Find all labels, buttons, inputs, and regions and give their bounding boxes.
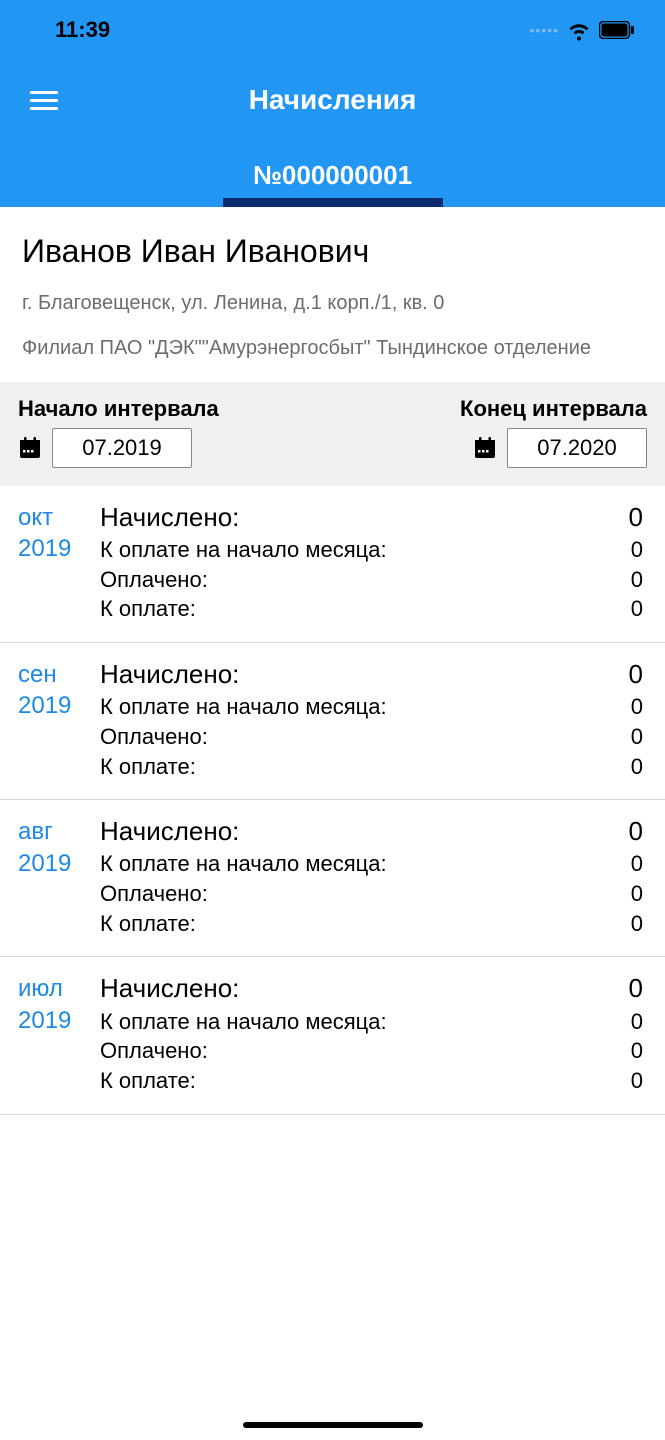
tab-indicator [223,198,443,207]
value-paid: 0 [629,1036,643,1066]
status-bar: 11:39 ••••• [0,0,665,60]
label-accrued: Начислено: [100,971,629,1006]
value-accrued: 0 [629,971,643,1006]
account-tab[interactable]: №000000001 [0,140,665,207]
app-header: Начисления №000000001 [0,60,665,207]
label-due-start: К оплате на начало месяца: [100,535,629,565]
accrual-list: окт2019Начислено:К оплате на начало меся… [0,486,665,1115]
label-due: К оплате: [100,752,629,782]
value-due: 0 [629,1066,643,1096]
menu-button[interactable] [22,83,66,118]
value-due: 0 [629,909,643,939]
calendar-icon [18,436,42,460]
value-due: 0 [629,594,643,624]
wifi-icon [567,18,591,42]
accrual-row[interactable]: сен2019Начислено:К оплате на начало меся… [0,643,665,800]
status-icons: ••••• [529,18,635,42]
interval-start-group: Начало интервала 07.2019 [18,396,219,468]
customer-address: г. Благовещенск, ул. Ленина, д.1 корп./1… [22,292,643,315]
account-number: №000000001 [253,160,412,190]
value-accrued: 0 [629,500,643,535]
interval-start-field[interactable]: 07.2019 [52,428,192,468]
value-due-start: 0 [629,535,643,565]
accrual-row[interactable]: июл2019Начислено:К оплате на начало меся… [0,957,665,1114]
value-due: 0 [629,752,643,782]
row-date: июл2019 [18,971,100,1095]
label-accrued: Начислено: [100,814,629,849]
signal-dots-icon: ••••• [529,22,559,38]
page-title: Начисления [0,84,665,116]
row-date: окт2019 [18,500,100,624]
value-paid: 0 [629,565,643,595]
value-accrued: 0 [629,657,643,692]
value-due-start: 0 [629,692,643,722]
status-time: 11:39 [55,17,110,43]
value-paid: 0 [629,722,643,752]
accrual-row[interactable]: авг2019Начислено:К оплате на начало меся… [0,800,665,957]
label-accrued: Начислено: [100,500,629,535]
value-accrued: 0 [629,814,643,849]
hamburger-icon [30,91,58,94]
value-due-start: 0 [629,849,643,879]
label-due-start: К оплате на начало месяца: [100,1007,629,1037]
label-due: К оплате: [100,594,629,624]
value-due-start: 0 [629,1007,643,1037]
customer-block: Иванов Иван Иванович г. Благовещенск, ул… [0,207,665,382]
label-paid: Оплачено: [100,1036,629,1066]
accrual-row[interactable]: окт2019Начислено:К оплате на начало меся… [0,486,665,643]
interval-end-field[interactable]: 07.2020 [507,428,647,468]
home-indicator [243,1422,423,1428]
label-paid: Оплачено: [100,722,629,752]
label-due: К оплате: [100,1066,629,1096]
label-paid: Оплачено: [100,565,629,595]
label-due: К оплате: [100,909,629,939]
label-accrued: Начислено: [100,657,629,692]
interval-end-group: Конец интервала 07.2020 [460,396,647,468]
interval-end-label: Конец интервала [460,396,647,422]
label-due-start: К оплате на начало месяца: [100,692,629,722]
row-date: авг2019 [18,814,100,938]
customer-branch: Филиал ПАО "ДЭК""Амурэнергосбыт" Тындинс… [22,337,643,360]
row-date: сен2019 [18,657,100,781]
interval-start-label: Начало интервала [18,396,219,422]
value-paid: 0 [629,879,643,909]
battery-icon [599,21,635,39]
label-paid: Оплачено: [100,879,629,909]
calendar-icon [473,436,497,460]
label-due-start: К оплате на начало месяца: [100,849,629,879]
interval-bar: Начало интервала 07.2019 Конец интервала… [0,382,665,486]
customer-name: Иванов Иван Иванович [22,233,643,270]
